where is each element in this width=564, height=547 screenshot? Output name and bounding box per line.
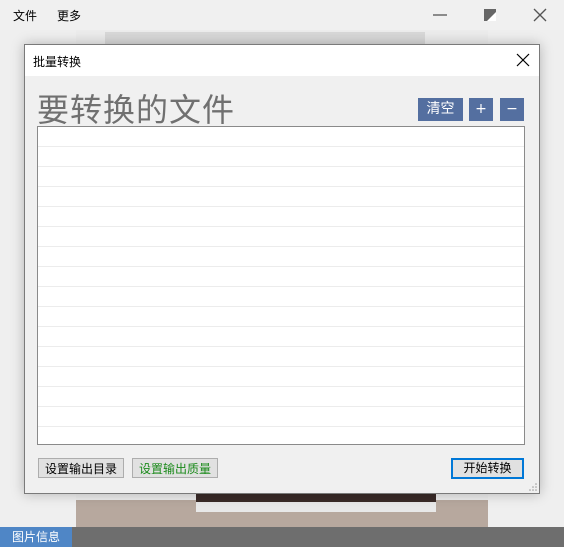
resize-grip-icon[interactable] [529,483,537,491]
tab-image-info[interactable]: 图片信息 [0,527,72,547]
list-row [38,347,524,367]
restore-button[interactable] [475,4,505,26]
file-list[interactable] [37,126,525,445]
list-row [38,407,524,427]
set-output-dir-button[interactable]: 设置输出目录 [38,458,124,478]
list-row [38,427,524,444]
batch-convert-dialog: 批量转换 要转换的文件 清空 + − 设置输出目录 设置输出质量 开始转换 [24,44,540,494]
window-close-button[interactable] [525,4,555,26]
clear-button[interactable]: 清空 [418,98,463,121]
set-output-quality-button[interactable]: 设置输出质量 [132,458,218,478]
list-row [38,147,524,167]
menubar: 文件 更多 [0,0,564,30]
start-convert-button[interactable]: 开始转换 [451,458,524,479]
list-row [38,227,524,247]
minimize-button[interactable] [425,4,455,26]
dialog-title: 批量转换 [33,55,82,69]
restore-icon [484,9,496,21]
list-row [38,207,524,227]
page-title: 要转换的文件 [37,91,236,129]
list-row [38,247,524,267]
menu-more[interactable]: 更多 [57,7,81,24]
list-row [38,287,524,307]
list-row [38,307,524,327]
remove-file-button[interactable]: − [500,98,524,121]
close-icon [516,53,530,67]
menu-file[interactable]: 文件 [13,7,37,24]
close-icon [533,8,547,22]
list-row [38,387,524,407]
list-row [38,127,524,147]
minimize-icon [433,14,447,16]
image-canvas-top-edge [105,32,425,44]
statusbar: 图片信息 [0,527,564,547]
image-canvas-inner-strip [196,502,436,512]
list-row [38,367,524,387]
list-row [38,167,524,187]
add-file-button[interactable]: + [469,98,493,121]
dialog-titlebar: 批量转换 [25,45,539,76]
list-row [38,327,524,347]
dialog-close-button[interactable] [511,49,535,71]
list-row [38,267,524,287]
list-row [38,187,524,207]
